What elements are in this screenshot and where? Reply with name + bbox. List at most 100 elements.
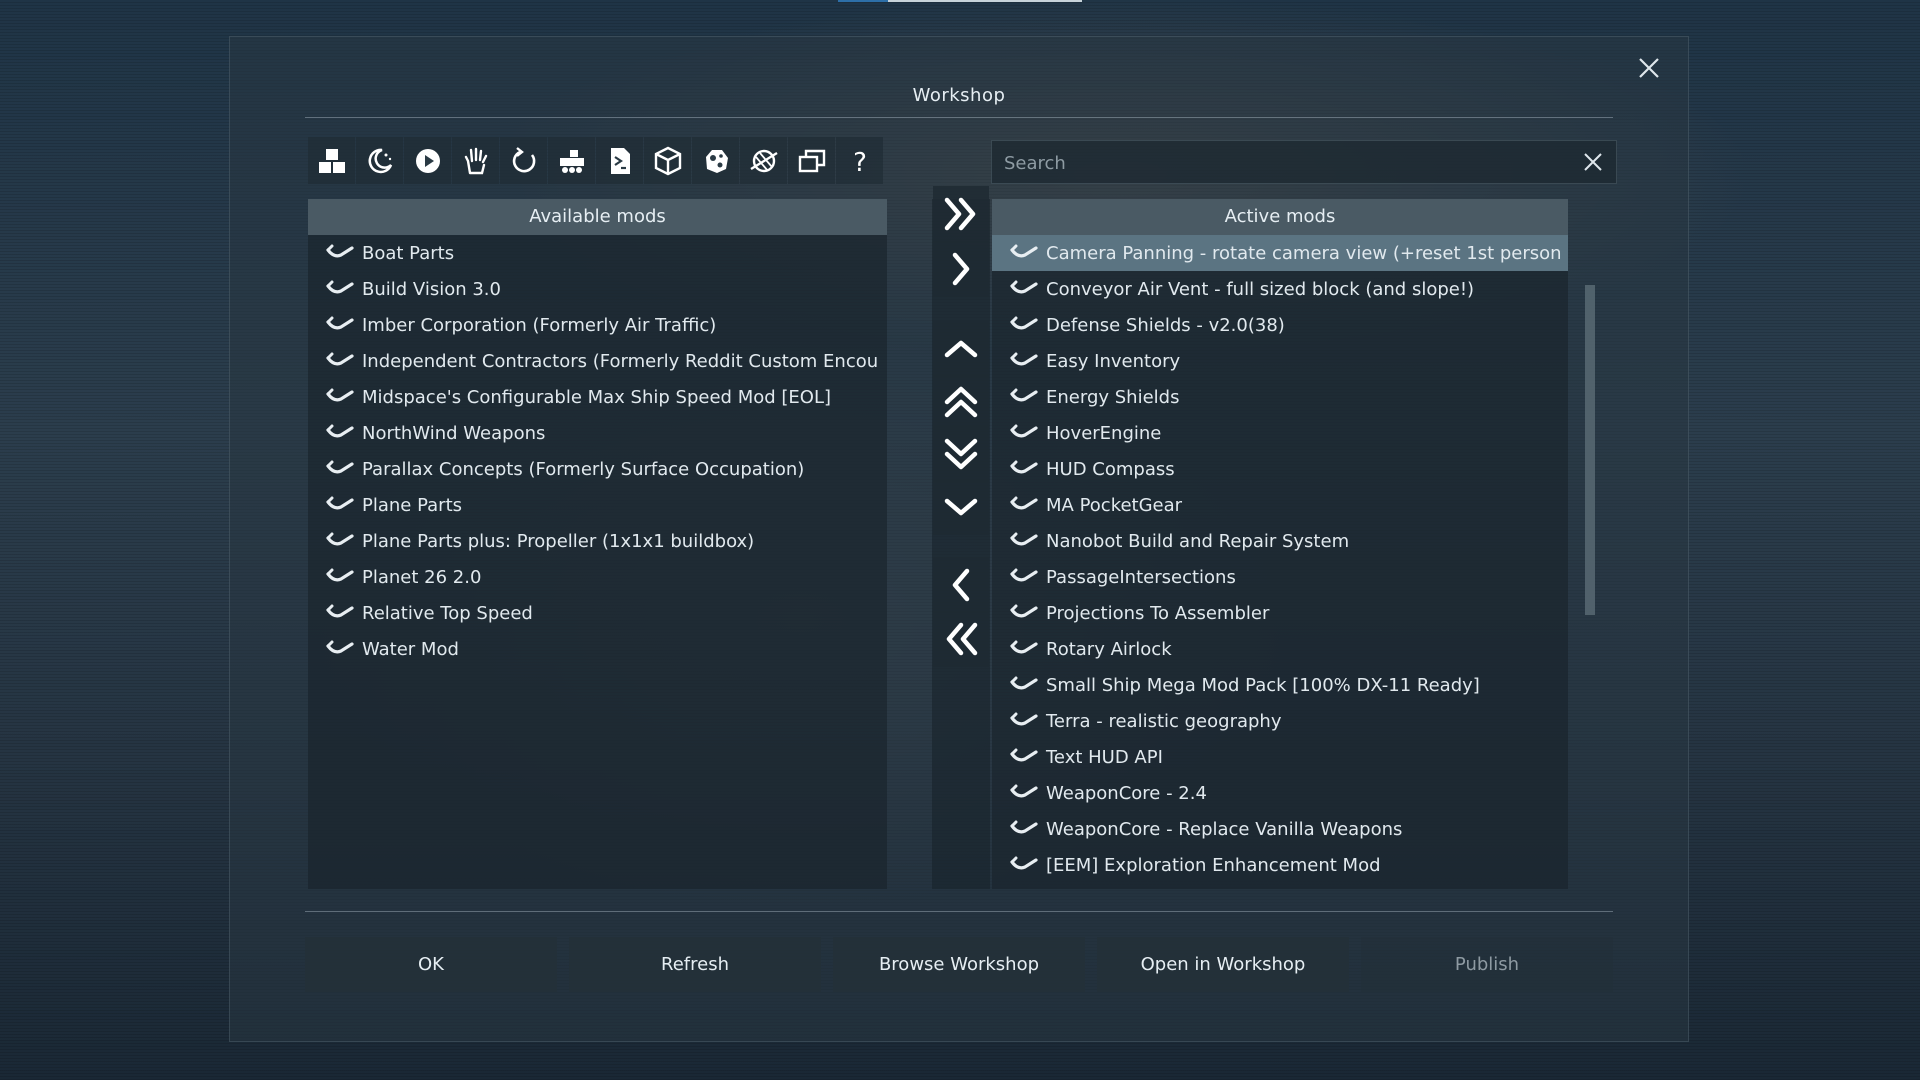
- list-item[interactable]: Small Ship Mega Mod Pack [100% DX-11 Rea…: [992, 667, 1568, 703]
- mod-name: HoverEngine: [1046, 422, 1162, 444]
- mod-name: WeaponCore - 2.4: [1046, 782, 1207, 804]
- mod-name: Parallax Concepts (Formerly Surface Occu…: [362, 458, 805, 480]
- bottom-divider: [305, 911, 1613, 912]
- move-up-button[interactable]: [933, 321, 989, 377]
- workshop-mod-icon: [1010, 244, 1038, 258]
- list-item[interactable]: Boat Parts: [308, 235, 887, 271]
- list-item[interactable]: MA PocketGear: [992, 487, 1568, 523]
- move-to-top-button[interactable]: [933, 374, 989, 430]
- refresh-filter-button[interactable]: [500, 137, 547, 184]
- list-item[interactable]: Terra - realistic geography: [992, 703, 1568, 739]
- script-file-icon: [610, 147, 630, 174]
- workshop-mod-icon: [1010, 316, 1038, 330]
- move-to-bottom-button[interactable]: [933, 426, 989, 482]
- top-progress-bar: [838, 0, 1082, 2]
- move-all-left-button[interactable]: [933, 611, 989, 667]
- move-up-icon: [944, 340, 978, 358]
- gesture-filter-button[interactable]: [452, 137, 499, 184]
- search-input[interactable]: [1002, 141, 1566, 185]
- active-mods-list: Camera Panning - rotate camera view (+re…: [992, 235, 1568, 883]
- move-right-button[interactable]: [933, 241, 989, 297]
- list-item[interactable]: Imber Corporation (Formerly Air Traffic): [308, 307, 887, 343]
- mod-name: Energy Shields: [1046, 386, 1180, 408]
- mod-name: Independent Contractors (Formerly Reddit…: [362, 350, 879, 372]
- blocks-filter-button[interactable]: [308, 137, 355, 184]
- list-item[interactable]: Conveyor Air Vent - full sized block (an…: [992, 271, 1568, 307]
- list-item[interactable]: Midspace's Configurable Max Ship Speed M…: [308, 379, 887, 415]
- refresh-button[interactable]: Refresh: [569, 937, 821, 992]
- script-filter-button[interactable]: [596, 137, 643, 184]
- scenario-filter-button[interactable]: [404, 137, 451, 184]
- list-item[interactable]: Plane Parts plus: Propeller (1x1x1 build…: [308, 523, 887, 559]
- workshop-mod-icon: [326, 496, 354, 510]
- list-item[interactable]: Easy Inventory: [992, 343, 1568, 379]
- open-in-workshop-button[interactable]: Open in Workshop: [1097, 937, 1349, 992]
- vehicle-filter-button[interactable]: [548, 137, 595, 184]
- workshop-mod-icon: [1010, 604, 1038, 618]
- ok-button[interactable]: OK: [305, 937, 557, 992]
- list-item[interactable]: WeaponCore - Replace Vanilla Weapons: [992, 811, 1568, 847]
- model-filter-button[interactable]: [644, 137, 691, 184]
- planet-icon: [749, 149, 778, 172]
- list-item[interactable]: Parallax Concepts (Formerly Surface Occu…: [308, 451, 887, 487]
- move-down-button[interactable]: [933, 479, 989, 535]
- mod-name: Projections To Assembler: [1046, 602, 1270, 624]
- active-mods-scrollbar[interactable]: [1585, 285, 1595, 615]
- transfer-column: [932, 199, 990, 889]
- list-item[interactable]: Text HUD API: [992, 739, 1568, 775]
- list-item[interactable]: HoverEngine: [992, 415, 1568, 451]
- workshop-mod-icon: [1010, 280, 1038, 294]
- move-right-icon: [952, 252, 970, 286]
- list-item[interactable]: Planet 26 2.0: [308, 559, 887, 595]
- move-all-right-icon: [944, 197, 976, 231]
- workshop-dialog: Workshop ? Search Available mods Boat Pa…: [229, 36, 1689, 1042]
- help-button[interactable]: ?: [836, 137, 883, 184]
- workshop-mod-icon: [1010, 748, 1038, 762]
- publish-button[interactable]: Publish: [1361, 937, 1613, 992]
- windows-icon: [798, 149, 825, 172]
- mod-name: Plane Parts: [362, 494, 463, 516]
- move-to-bottom-icon: [944, 438, 978, 470]
- asteroid-filter-button[interactable]: [692, 137, 739, 184]
- workshop-mod-icon: [1010, 820, 1038, 834]
- list-item[interactable]: Water Mod: [308, 631, 887, 667]
- list-item[interactable]: NorthWind Weapons: [308, 415, 887, 451]
- workshop-mod-icon: [1010, 352, 1038, 366]
- list-item[interactable]: Rotary Airlock: [992, 631, 1568, 667]
- move-all-right-button[interactable]: [933, 186, 989, 242]
- cube-icon: [654, 146, 681, 175]
- mod-name: Planet 26 2.0: [362, 566, 482, 588]
- move-left-button[interactable]: [933, 557, 989, 613]
- list-item[interactable]: Build Vision 3.0: [308, 271, 887, 307]
- active-mods-header: Active mods: [992, 199, 1568, 235]
- list-item[interactable]: Relative Top Speed: [308, 595, 887, 631]
- workshop-mod-icon: [326, 424, 354, 438]
- environment-filter-button[interactable]: [356, 137, 403, 184]
- list-item[interactable]: Plane Parts: [308, 487, 887, 523]
- workshop-mod-icon: [1010, 532, 1038, 546]
- close-button[interactable]: [1632, 51, 1666, 85]
- title-divider: [305, 117, 1613, 118]
- list-item[interactable]: HUD Compass: [992, 451, 1568, 487]
- mod-name: Small Ship Mega Mod Pack [100% DX-11 Rea…: [1046, 674, 1480, 696]
- list-item[interactable]: PassageIntersections: [992, 559, 1568, 595]
- browse-workshop-button[interactable]: Browse Workshop: [833, 937, 1085, 992]
- workshop-mod-icon: [326, 604, 354, 618]
- workshop-mod-icon: [326, 316, 354, 330]
- mod-name: Defense Shields - v2.0(38): [1046, 314, 1285, 336]
- mod-name: Build Vision 3.0: [362, 278, 501, 300]
- hand-icon: [464, 147, 487, 174]
- list-item[interactable]: WeaponCore - 2.4: [992, 775, 1568, 811]
- windows-filter-button[interactable]: [788, 137, 835, 184]
- workshop-mod-icon: [326, 532, 354, 546]
- list-item[interactable]: Defense Shields - v2.0(38): [992, 307, 1568, 343]
- search-clear-button[interactable]: [1578, 147, 1608, 177]
- list-item[interactable]: [EEM] Exploration Enhancement Mod: [992, 847, 1568, 883]
- planet-filter-button[interactable]: [740, 137, 787, 184]
- workshop-mod-icon: [1010, 424, 1038, 438]
- list-item[interactable]: Independent Contractors (Formerly Reddit…: [308, 343, 887, 379]
- list-item[interactable]: Energy Shields: [992, 379, 1568, 415]
- list-item[interactable]: Projections To Assembler: [992, 595, 1568, 631]
- list-item[interactable]: Nanobot Build and Repair System: [992, 523, 1568, 559]
- list-item[interactable]: Camera Panning - rotate camera view (+re…: [992, 235, 1568, 271]
